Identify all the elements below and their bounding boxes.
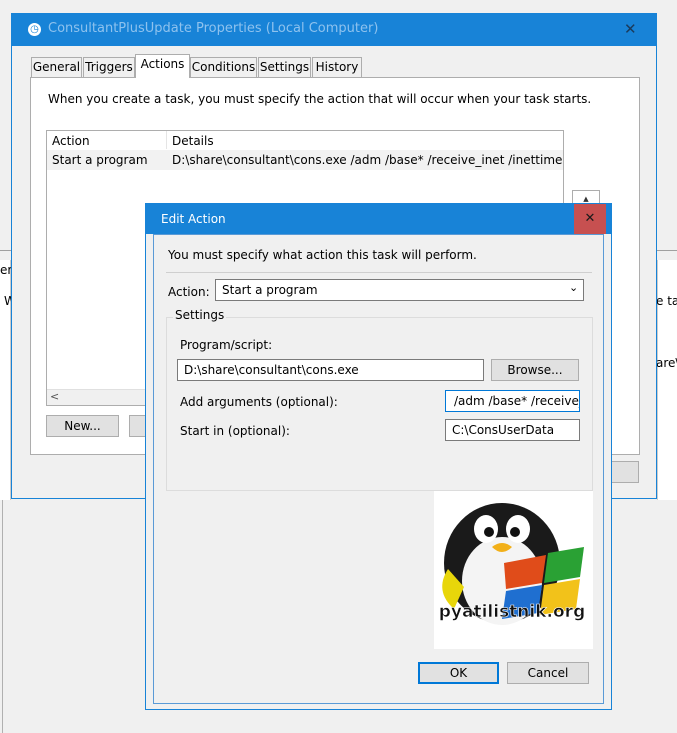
close-icon[interactable]: ✕ (624, 20, 637, 38)
watermark-logo: pyatilistnik.org (434, 491, 593, 649)
row-details-cell: D:\share\consultant\cons.exe /adm /base*… (172, 153, 563, 167)
cancel-button[interactable] (610, 461, 639, 483)
bg-text-fragment: are\ (656, 356, 677, 370)
actions-intro-text: When you create a task, you must specify… (48, 92, 592, 106)
bg-text-fragment: e tas (656, 294, 677, 308)
new-action-button[interactable]: New... (46, 415, 119, 437)
close-button[interactable]: ✕ (574, 204, 606, 234)
action-label: Action: (168, 285, 210, 299)
program-script-label: Program/script: (180, 338, 273, 352)
bg-left-border (2, 500, 3, 733)
tab-conditions[interactable]: Conditions (190, 57, 257, 77)
start-in-input[interactable]: C:\ConsUserData (445, 419, 580, 441)
action-select-value: Start a program (222, 283, 318, 297)
close-icon: ✕ (584, 211, 596, 226)
column-header-details[interactable]: Details (172, 134, 214, 148)
penguin-logo-icon: pyatilistnik.org (438, 503, 586, 625)
cancel-button[interactable]: Cancel (507, 662, 589, 684)
arguments-input[interactable]: /adm /base* /receive_inet (445, 390, 580, 412)
clock-icon: ◷ (28, 23, 41, 36)
properties-title: ConsultantPlusUpdate Properties (Local C… (48, 21, 379, 36)
chevron-up-icon: ▲ (583, 195, 589, 203)
tab-settings[interactable]: Settings (258, 57, 311, 77)
program-script-input[interactable]: D:\share\consultant\cons.exe (177, 359, 484, 381)
tab-general[interactable]: General (31, 57, 82, 77)
tab-actions[interactable]: Actions (135, 54, 190, 78)
action-select[interactable]: Start a program (215, 279, 584, 301)
chevron-down-icon: ⌄ (569, 281, 579, 294)
edit-action-title: Edit Action (161, 212, 226, 226)
row-action-cell: Start a program (52, 153, 148, 167)
arguments-label: Add arguments (optional): (180, 395, 338, 409)
separator (166, 272, 592, 273)
start-in-label: Start in (optional): (180, 424, 290, 438)
list-header-divider (166, 131, 167, 149)
column-header-action[interactable]: Action (52, 134, 90, 148)
edit-action-dialog: Edit Action ✕ You must specify what acti… (145, 203, 612, 710)
tab-triggers[interactable]: Triggers (83, 57, 135, 77)
browse-button[interactable]: Browse... (491, 359, 579, 381)
instruction-text: You must specify what action this task w… (168, 248, 477, 262)
settings-group-label: Settings (173, 308, 227, 322)
watermark-text: pyatilistnik.org (439, 602, 586, 622)
tab-history[interactable]: History (312, 57, 362, 77)
scroll-left-icon[interactable]: < (50, 390, 59, 403)
ok-button[interactable]: OK (418, 662, 499, 684)
